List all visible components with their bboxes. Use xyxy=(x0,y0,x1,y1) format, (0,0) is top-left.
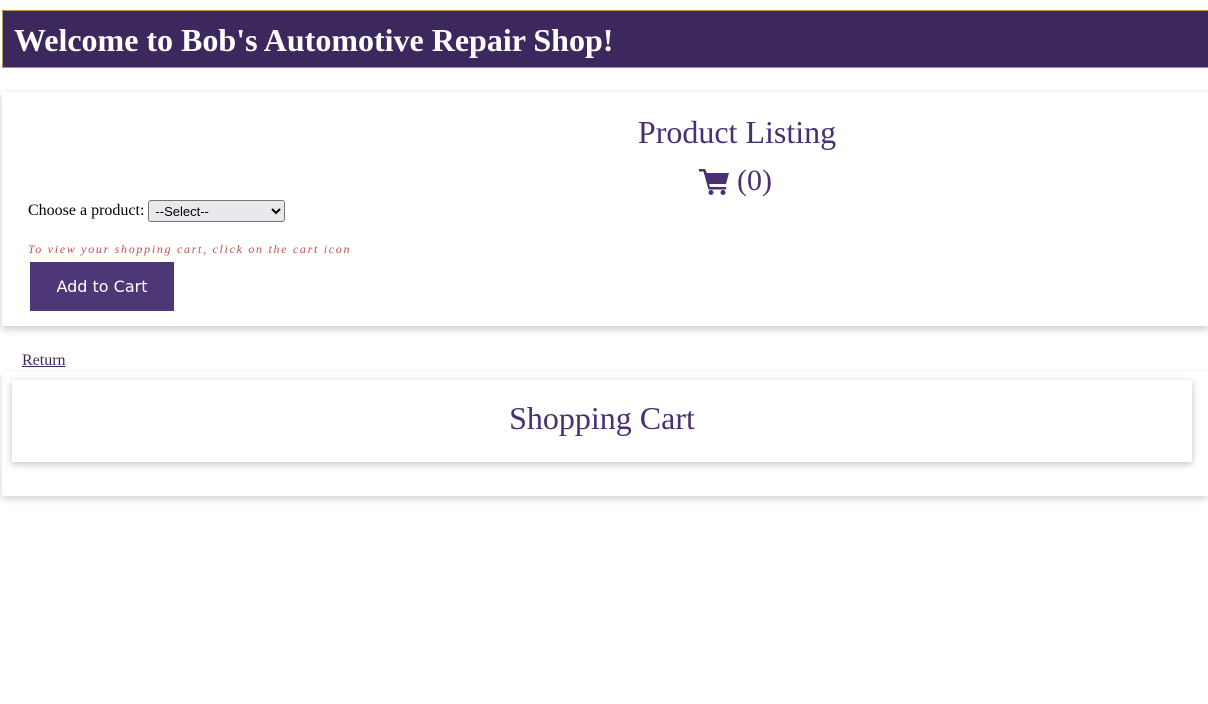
product-listing-panel: Product Listing (0) Choose a product: --… xyxy=(2,92,1208,326)
cart-item-count[interactable]: (0) xyxy=(737,164,772,198)
shopping-cart-title: Shopping Cart xyxy=(509,400,695,436)
site-title: Welcome to Bob's Automotive Repair Shop! xyxy=(14,22,614,58)
view-cart-link[interactable]: (0) xyxy=(699,164,772,198)
product-listing-title: Product Listing xyxy=(637,114,837,150)
return-link[interactable]: Return xyxy=(22,352,66,370)
shopping-cart-panel: Shopping Cart xyxy=(12,380,1192,462)
product-select[interactable]: --Select-- xyxy=(148,200,286,222)
site-header: Welcome to Bob's Automotive Repair Shop! xyxy=(2,10,1208,68)
cart-hint-text: To view your shopping cart, click on the… xyxy=(28,242,352,256)
product-chooser: Choose a product: --Select-- xyxy=(28,200,286,222)
add-to-cart-button[interactable]: Add to Cart xyxy=(30,262,174,311)
choose-product-label: Choose a product: xyxy=(28,202,145,219)
shopping-cart-icon[interactable] xyxy=(699,167,731,195)
